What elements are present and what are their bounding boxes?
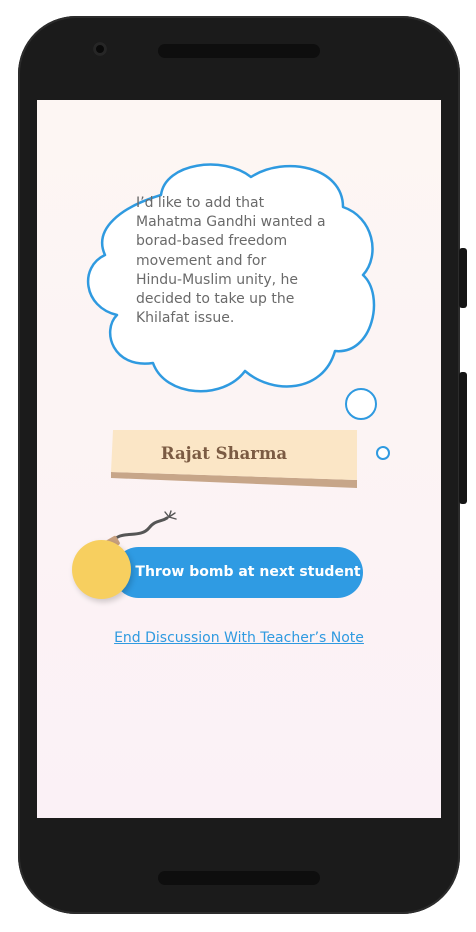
power-button	[459, 372, 467, 504]
front-camera	[93, 42, 107, 56]
bottom-speaker	[158, 871, 320, 885]
throw-bomb-button[interactable]: Throw bomb at next student	[113, 547, 363, 598]
student-name: Rajat Sharma	[160, 444, 288, 463]
end-discussion-link[interactable]: End Discussion With Teacher’s Note	[37, 630, 441, 646]
thought-bubble-small	[376, 446, 390, 460]
bomb-icon[interactable]	[72, 540, 131, 599]
app-screen: I’d like to add that Mahatma Gandhi want…	[37, 100, 441, 818]
volume-button	[459, 248, 467, 308]
thought-text: I’d like to add that Mahatma Gandhi want…	[136, 195, 326, 327]
thought-bubble-large	[345, 388, 377, 420]
earpiece-speaker	[158, 44, 320, 58]
